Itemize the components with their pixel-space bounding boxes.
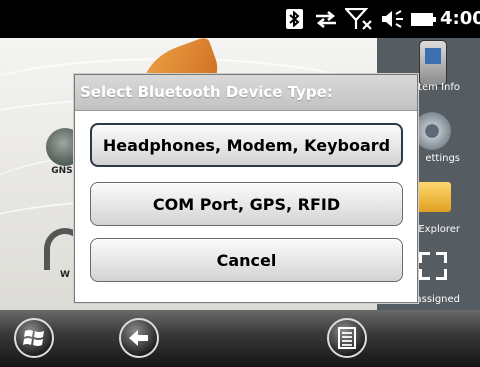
tile-label: stem Info: [412, 82, 460, 93]
folder-icon: [417, 182, 451, 212]
back-button[interactable]: [119, 318, 159, 358]
bluetooth-icon[interactable]: [286, 9, 303, 29]
back-arrow-icon: [129, 330, 148, 346]
start-button[interactable]: [14, 318, 54, 358]
bluetooth-device-type-dialog: Select Bluetooth Device Type: Headphones…: [74, 74, 418, 303]
menu-icon: [338, 327, 356, 349]
clock[interactable]: 4:00: [440, 8, 480, 29]
status-bar: 4:00: [0, 0, 480, 38]
no-signal-icon[interactable]: [344, 8, 374, 30]
device-info-icon: [419, 40, 447, 86]
gear-icon: [413, 112, 451, 150]
unassigned-icon: [419, 252, 447, 280]
sync-icon[interactable]: [313, 9, 339, 29]
dialog-title: Select Bluetooth Device Type:: [75, 75, 417, 111]
taskbar: [0, 310, 480, 367]
tile-label: Explorer: [418, 224, 460, 235]
volume-icon[interactable]: [380, 9, 406, 29]
com-port-gps-rfid-button[interactable]: COM Port, GPS, RFID: [90, 182, 403, 226]
tile-label: ettings: [425, 153, 460, 164]
battery-icon[interactable]: [411, 13, 436, 26]
cancel-button[interactable]: Cancel: [90, 238, 403, 282]
start-icon: [23, 330, 44, 346]
headphones-modem-keyboard-button[interactable]: Headphones, Modem, Keyboard: [90, 123, 403, 167]
menu-button[interactable]: [327, 318, 367, 358]
